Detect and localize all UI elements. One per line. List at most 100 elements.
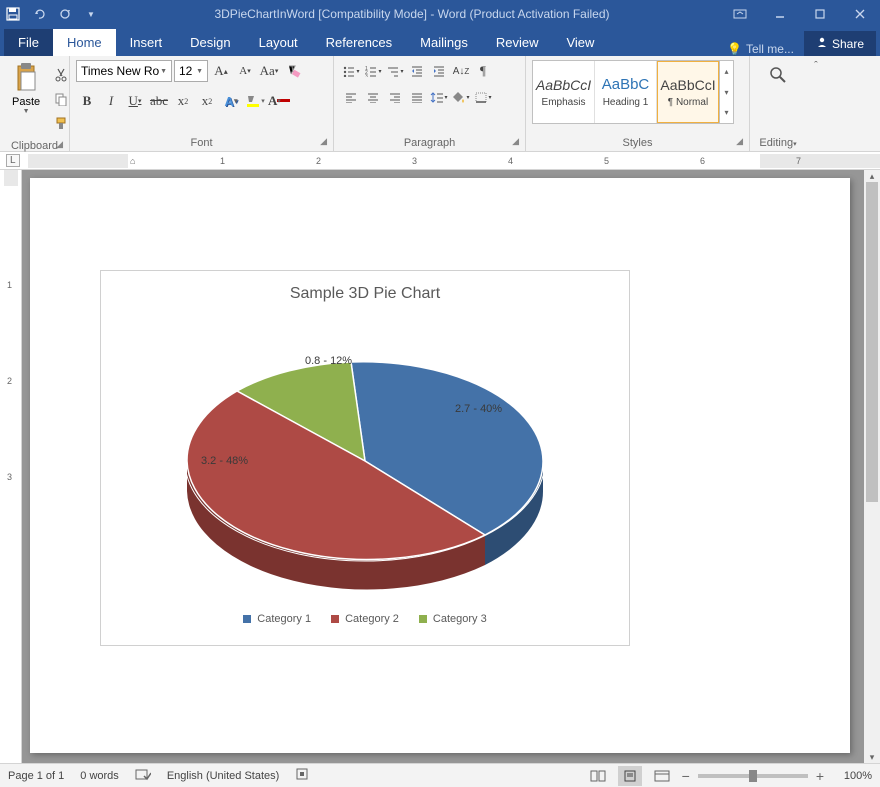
zoom-out-button[interactable]: − bbox=[682, 768, 690, 784]
scroll-down-button[interactable]: ▾ bbox=[864, 751, 880, 763]
align-right-button[interactable] bbox=[384, 86, 406, 108]
paste-label: Paste bbox=[12, 96, 40, 108]
print-layout-button[interactable] bbox=[618, 766, 642, 786]
scrollbar-thumb[interactable] bbox=[866, 182, 878, 502]
tell-me-search[interactable]: 💡 Tell me... bbox=[717, 42, 804, 56]
ribbon-options-button[interactable] bbox=[720, 0, 760, 28]
share-icon bbox=[816, 36, 828, 51]
highlight-button[interactable]: ▾ bbox=[244, 90, 266, 112]
tab-design[interactable]: Design bbox=[176, 29, 244, 56]
save-button[interactable] bbox=[0, 0, 26, 28]
copy-button[interactable] bbox=[50, 88, 72, 110]
text-effects-button[interactable]: A▾ bbox=[220, 90, 242, 112]
macro-status[interactable] bbox=[295, 767, 309, 784]
style-name: Emphasis bbox=[542, 97, 586, 108]
font-size-combo[interactable]: 12▼ bbox=[174, 60, 208, 82]
font-launcher[interactable]: ◢ bbox=[320, 136, 327, 147]
style-heading1[interactable]: AaBbC Heading 1 bbox=[595, 61, 657, 123]
styles-more-button[interactable]: ▴▾▾ bbox=[719, 61, 733, 123]
horizontal-ruler[interactable]: ⌂ 1 2 3 4 5 6 7 bbox=[0, 152, 880, 170]
collapse-ribbon-button[interactable]: ˆ bbox=[814, 60, 818, 72]
repeat-button[interactable] bbox=[52, 0, 78, 28]
align-left-button[interactable] bbox=[340, 86, 362, 108]
chart-object[interactable]: Sample 3D Pie Chart bbox=[100, 270, 630, 646]
shading-button[interactable]: ▾ bbox=[450, 86, 472, 108]
style-normal[interactable]: AaBbCcI ¶ Normal bbox=[657, 61, 719, 123]
zoom-slider[interactable] bbox=[698, 774, 808, 778]
word-count-status[interactable]: 0 words bbox=[80, 770, 119, 782]
read-mode-button[interactable] bbox=[586, 766, 610, 786]
pie-label-cat2: 3.2 - 48% bbox=[201, 455, 248, 467]
underline-button[interactable]: U▾ bbox=[124, 90, 146, 112]
borders-button[interactable]: ▾ bbox=[472, 86, 494, 108]
zoom-in-button[interactable]: + bbox=[816, 768, 824, 784]
legend-item: Category 2 bbox=[331, 613, 399, 625]
share-button[interactable]: Share bbox=[804, 31, 876, 56]
tab-insert[interactable]: Insert bbox=[116, 29, 177, 56]
bold-button[interactable]: B bbox=[76, 90, 98, 112]
pie-label-cat3: 0.8 - 12% bbox=[305, 355, 352, 367]
language-status[interactable]: English (United States) bbox=[167, 770, 280, 782]
styles-gallery: AaBbCcI Emphasis AaBbC Heading 1 AaBbCcI… bbox=[532, 60, 734, 124]
font-name-value: Times New Ro bbox=[81, 64, 159, 78]
page-number-status[interactable]: Page 1 of 1 bbox=[8, 770, 64, 782]
style-emphasis[interactable]: AaBbCcI Emphasis bbox=[533, 61, 595, 123]
zoom-level[interactable]: 100% bbox=[832, 770, 872, 782]
style-preview: AaBbCcI bbox=[660, 77, 715, 93]
multilevel-list-button[interactable]: ▾ bbox=[384, 60, 406, 82]
qat-customize-button[interactable]: ▼ bbox=[78, 0, 104, 28]
zoom-slider-thumb[interactable] bbox=[749, 770, 757, 782]
paste-button[interactable]: Paste ▼ bbox=[6, 60, 46, 117]
show-marks-button[interactable]: ¶ bbox=[472, 60, 494, 82]
tab-review[interactable]: Review bbox=[482, 29, 553, 56]
tab-view[interactable]: View bbox=[552, 29, 608, 56]
tab-file[interactable]: File bbox=[4, 29, 53, 56]
spellcheck-status[interactable] bbox=[135, 767, 151, 784]
style-preview: AaBbCcI bbox=[536, 77, 591, 93]
increase-indent-button[interactable] bbox=[428, 60, 450, 82]
subscript-button[interactable]: x2 bbox=[172, 90, 194, 112]
legend-label: Category 2 bbox=[345, 613, 399, 625]
titlebar: ▼ 3DPieChartInWord [Compatibility Mode] … bbox=[0, 0, 880, 28]
font-group-label: Font bbox=[190, 137, 212, 149]
maximize-button[interactable] bbox=[800, 0, 840, 28]
clipboard-group-label: Clipboard bbox=[11, 140, 58, 152]
superscript-button[interactable]: x2 bbox=[196, 90, 218, 112]
font-name-combo[interactable]: Times New Ro▼ bbox=[76, 60, 172, 82]
bullets-button[interactable]: ▾ bbox=[340, 60, 362, 82]
close-button[interactable] bbox=[840, 0, 880, 28]
pie-chart: 0.8 - 12% 2.7 - 40% 3.2 - 48% bbox=[145, 321, 585, 601]
cut-button[interactable] bbox=[50, 64, 72, 86]
align-center-button[interactable] bbox=[362, 86, 384, 108]
line-spacing-button[interactable]: ▾ bbox=[428, 86, 450, 108]
italic-button[interactable]: I bbox=[100, 90, 122, 112]
vertical-scrollbar[interactable]: ▴ ▾ bbox=[864, 170, 880, 763]
tab-layout[interactable]: Layout bbox=[245, 29, 312, 56]
scroll-up-button[interactable]: ▴ bbox=[864, 170, 880, 182]
font-color-button[interactable]: A▾ bbox=[268, 90, 290, 112]
find-button[interactable] bbox=[756, 60, 800, 90]
justify-button[interactable] bbox=[406, 86, 428, 108]
change-case-button[interactable]: Aa▾ bbox=[258, 60, 280, 82]
tab-references[interactable]: References bbox=[312, 29, 406, 56]
web-layout-button[interactable] bbox=[650, 766, 674, 786]
clipboard-launcher[interactable]: ◢ bbox=[56, 139, 63, 150]
paragraph-launcher[interactable]: ◢ bbox=[512, 136, 519, 147]
format-painter-button[interactable] bbox=[50, 112, 72, 134]
strikethrough-button[interactable]: abc bbox=[148, 90, 170, 112]
undo-button[interactable] bbox=[26, 0, 52, 28]
shrink-font-button[interactable]: A▾ bbox=[234, 60, 256, 82]
minimize-button[interactable] bbox=[760, 0, 800, 28]
legend-swatch-icon bbox=[419, 615, 427, 623]
tab-mailings[interactable]: Mailings bbox=[406, 29, 482, 56]
tab-home[interactable]: Home bbox=[53, 29, 116, 56]
styles-launcher[interactable]: ◢ bbox=[736, 136, 743, 147]
numbering-button[interactable]: 123▾ bbox=[362, 60, 384, 82]
styles-group-label: Styles bbox=[623, 137, 653, 149]
decrease-indent-button[interactable] bbox=[406, 60, 428, 82]
sort-button[interactable]: A↓Z bbox=[450, 60, 472, 82]
document-page[interactable]: Sample 3D Pie Chart bbox=[30, 178, 850, 753]
vertical-ruler[interactable]: 1 2 3 bbox=[0, 170, 22, 763]
clear-formatting-button[interactable] bbox=[282, 60, 304, 82]
grow-font-button[interactable]: A▴ bbox=[210, 60, 232, 82]
